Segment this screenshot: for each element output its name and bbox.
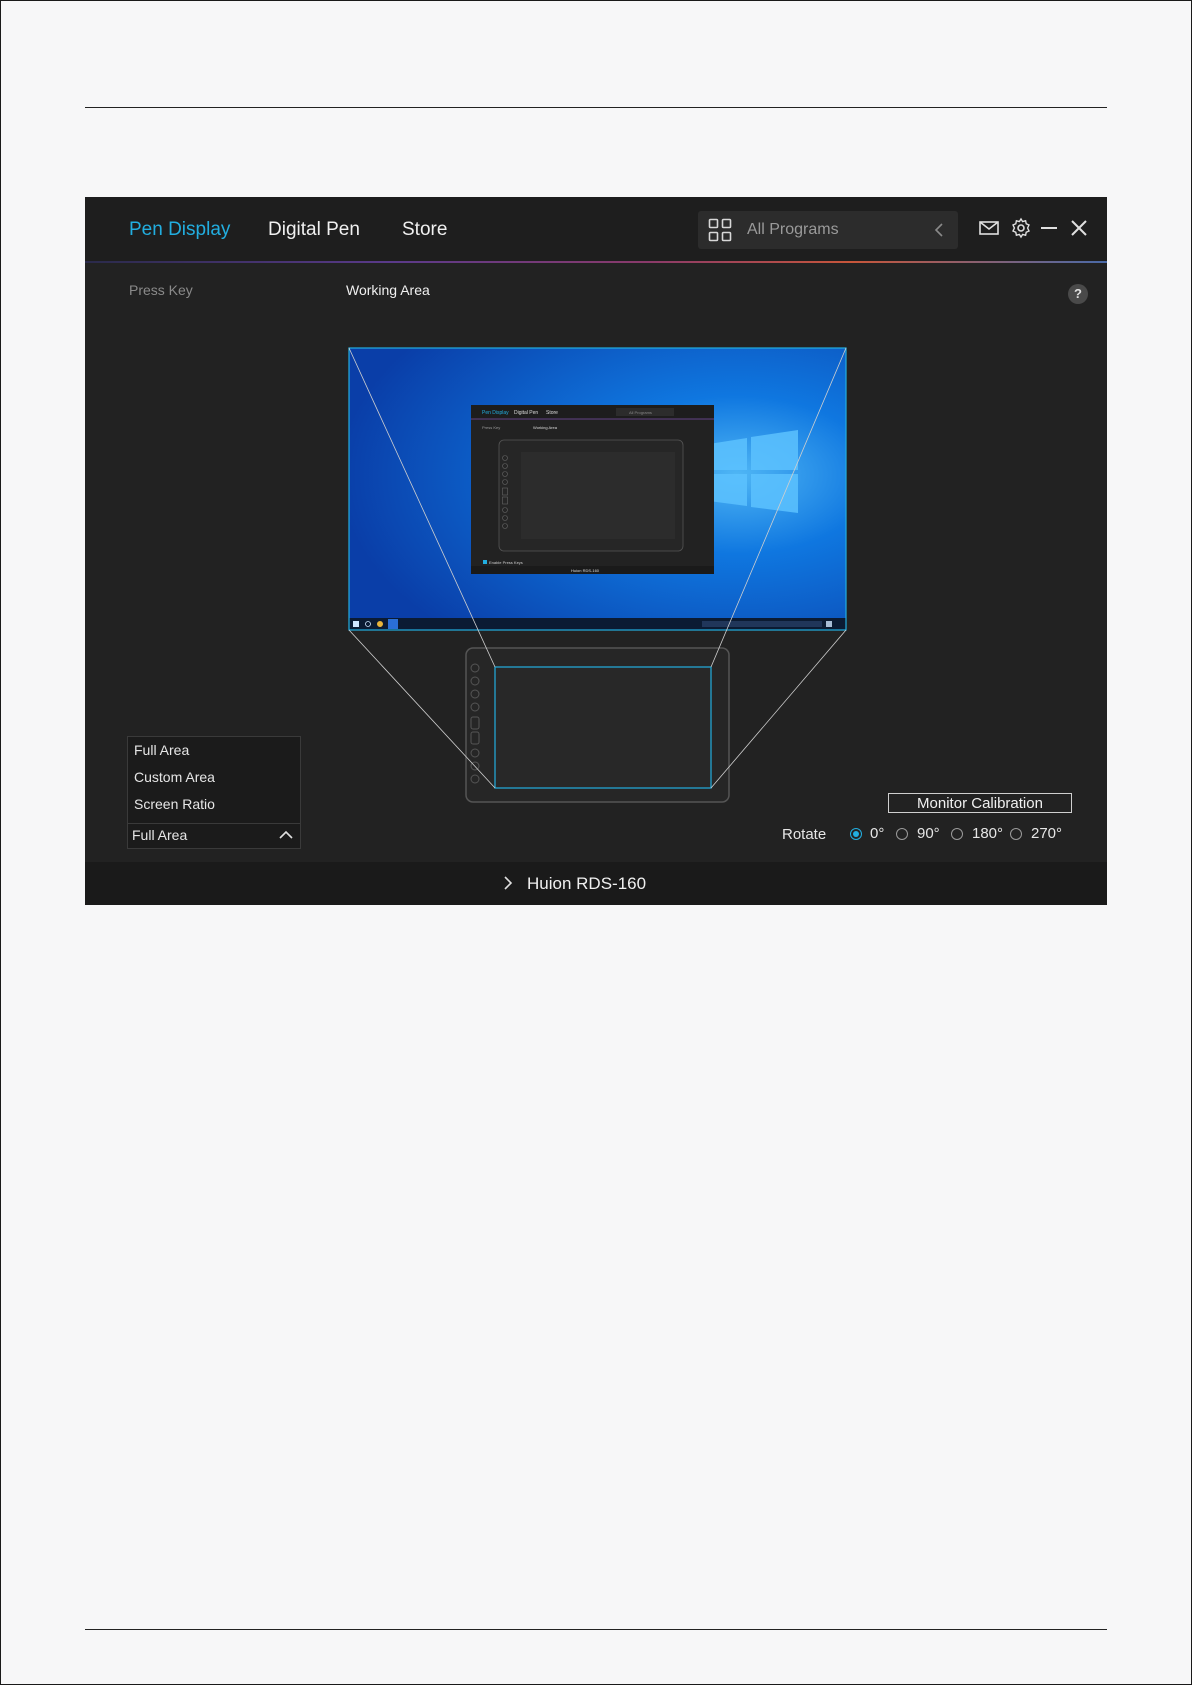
mini-enable-press-keys: Enable Press Keys [489,560,523,565]
area-dropdown-value: Full Area [132,827,188,843]
monitor-calibration-button[interactable]: Monitor Calibration [888,793,1072,813]
rotate-270-radio[interactable] [1010,828,1022,840]
option-custom-area[interactable]: Custom Area [134,769,215,785]
option-screen-ratio[interactable]: Screen Ratio [134,796,215,812]
footer-rule [85,1629,1107,1630]
rotate-0-label: 0° [870,825,885,842]
chevron-right-icon [504,876,513,890]
mini-subtab-press-key: Press Key [482,425,500,430]
tablet-active-area [494,666,712,789]
mini-app-window: Pen Display Digital Pen Store All Progra… [471,405,714,574]
header-rule [85,107,1107,108]
area-dropdown-list: Full Area Custom Area Screen Ratio [127,736,301,824]
rotate-180-radio[interactable] [951,828,963,840]
rotate-0-radio[interactable] [850,828,862,840]
rotate-270-label: 270° [1031,825,1063,842]
mini-device-name: Huion RDS-160 [571,568,600,573]
tablet-driver-window: Pen Display Digital Pen Store All Progra… [85,197,1107,905]
device-bar[interactable]: Huion RDS-160 [85,862,1107,905]
mini-subtab-working-area: Working Area [533,425,558,430]
tablet-device [465,647,730,803]
chevron-up-icon [279,830,293,839]
mini-tab-digital-pen: Digital Pen [514,410,538,416]
mini-search-label: All Programs [629,410,652,415]
rotate-90-radio[interactable] [896,828,908,840]
desktop-screenshot: Pen Display Digital Pen Store All Progra… [348,347,847,631]
device-name: Huion RDS-160 [527,874,647,893]
mini-tab-store: Store [546,410,558,416]
taskbar [349,618,846,630]
rotate-90-label: 90° [917,825,940,842]
mini-tab-pen-display: Pen Display [482,410,509,416]
rotate-180-label: 180° [972,825,1004,842]
rotate-label: Rotate [782,826,827,843]
area-dropdown[interactable]: Full Area [127,823,301,849]
option-full-area[interactable]: Full Area [134,742,189,758]
